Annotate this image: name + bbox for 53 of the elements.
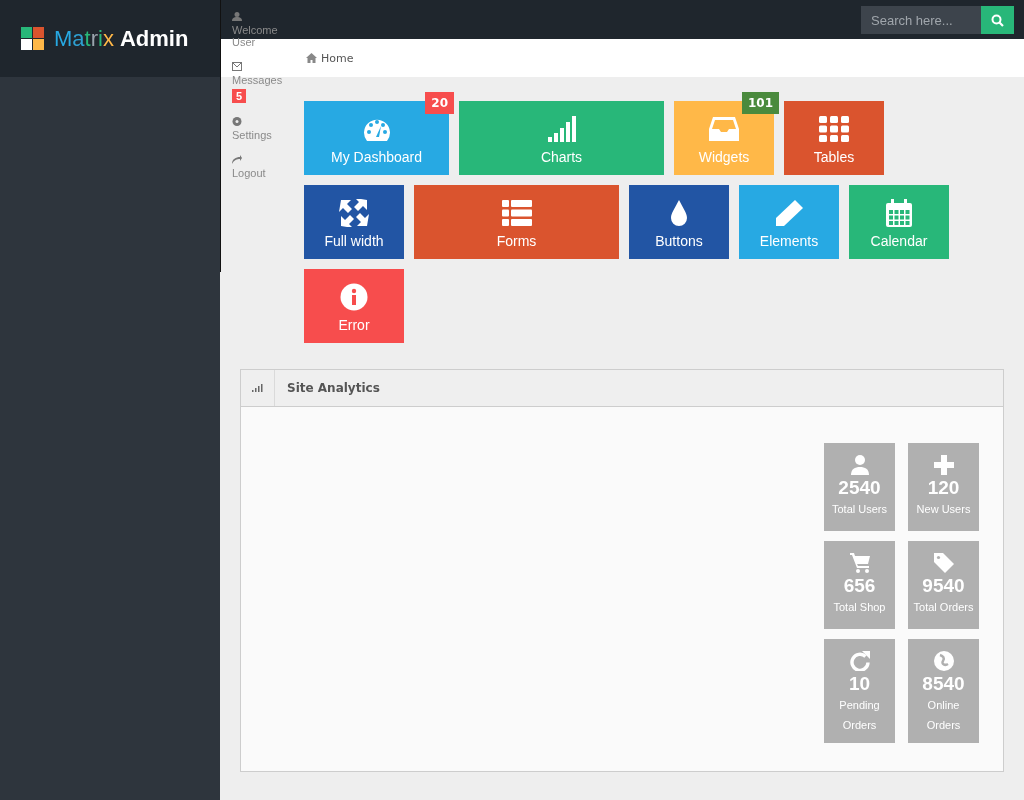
tag-icon <box>932 553 955 573</box>
breadcrumb-link[interactable]: Home <box>306 51 354 65</box>
inbox-icon <box>708 115 740 143</box>
brand-name-bold: Admin <box>119 25 189 52</box>
user-menu-item[interactable]: Welcome User <box>232 12 292 48</box>
grid-icon <box>818 115 850 143</box>
user-menu-item[interactable]: Logout <box>232 155 292 179</box>
quick-link-tile[interactable]: Elements <box>739 185 839 259</box>
exit-icon <box>232 155 242 164</box>
user-menu-item[interactable]: Settings <box>232 117 292 141</box>
envelope-icon <box>232 62 242 71</box>
brand-name: Matrix <box>54 25 114 52</box>
stat-value: 8540 <box>922 673 965 695</box>
quick-link-tile[interactable]: Error <box>304 269 404 343</box>
quick-link-tile[interactable]: Full width <box>304 185 404 259</box>
home-icon <box>306 53 317 63</box>
refresh-icon <box>848 651 871 671</box>
plus-icon <box>932 455 955 475</box>
quick-link-tile[interactable]: Buttons <box>629 185 729 259</box>
user-icon <box>232 12 242 21</box>
logo-icon <box>21 27 44 50</box>
quick-link-tile[interactable]: Forms <box>414 185 619 259</box>
expand-icon <box>338 199 370 227</box>
search-button[interactable] <box>981 6 1014 34</box>
stat-value: 120 <box>927 477 960 499</box>
search-field[interactable]: Search here... <box>861 6 981 34</box>
cart-icon <box>848 553 871 573</box>
user-menu-item[interactable]: Messages 5 <box>232 62 292 103</box>
stat-label: Pending Orders <box>838 698 881 733</box>
list-icon <box>500 199 533 227</box>
gear-icon <box>232 117 242 126</box>
stat-value: 2540 <box>838 477 881 499</box>
user-icon <box>848 455 871 475</box>
quick-link-tile[interactable]: Charts <box>459 101 664 175</box>
search-icon <box>991 13 1004 27</box>
quick-link-tile[interactable]: Tables <box>784 101 884 175</box>
stat-label: Total Users <box>832 502 887 517</box>
stat-value: 10 <box>848 673 871 695</box>
info-icon <box>338 283 370 311</box>
count-badge: 101 <box>741 92 779 114</box>
stat-value: 656 <box>843 575 876 597</box>
signal-bars-icon <box>252 384 263 392</box>
calendar-icon <box>883 199 915 227</box>
stat-value: 9540 <box>922 575 965 597</box>
stat-label: Total Shop <box>833 600 886 615</box>
stat-label: Total Orders <box>913 600 974 615</box>
panel-title: Site Analytics <box>286 381 380 395</box>
quick-link-tile[interactable]: Calendar <box>849 185 949 259</box>
signal-bars-icon <box>545 115 578 143</box>
count-badge: 20 <box>425 92 454 114</box>
pencil-icon <box>773 199 805 227</box>
stat-label: New Users <box>916 502 971 517</box>
stat-label: Online Orders <box>925 698 962 733</box>
